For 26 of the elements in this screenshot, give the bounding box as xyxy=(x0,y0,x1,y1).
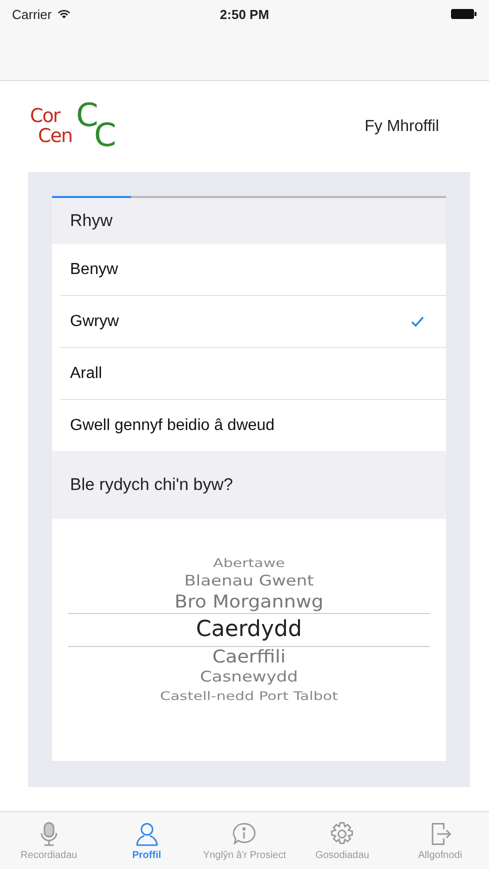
picker-option[interactable]: Caerdydd xyxy=(68,613,430,647)
tab[interactable]: Proffil xyxy=(98,812,196,869)
picker-option[interactable]: Caerffili xyxy=(212,647,286,668)
settings-icon xyxy=(329,820,356,846)
picker-option[interactable]: Bro Morgannwg xyxy=(174,592,324,613)
picker-option[interactable]: Blaenau Gwent xyxy=(184,573,314,590)
gender-option[interactable]: Benyw xyxy=(60,244,446,296)
wifi-icon xyxy=(56,9,71,19)
battery-icon xyxy=(451,9,477,19)
gender-option[interactable]: Gwell gennyf beidio â dweud xyxy=(60,400,446,451)
info-icon xyxy=(231,820,258,846)
carrier-label: Carrier xyxy=(12,6,52,22)
tab[interactable]: Recordiadau xyxy=(0,812,98,869)
person-icon xyxy=(134,820,160,846)
section-header: Rhyw xyxy=(52,198,446,244)
picker-option[interactable]: Casnewydd xyxy=(200,670,298,687)
page-title: Fy Mhroffil xyxy=(364,118,439,136)
tab[interactable]: Ynglŷn â'r Prosiect xyxy=(196,812,294,869)
section-header: Ble rydych chi'n byw? xyxy=(52,451,446,519)
gender-option[interactable]: Gwryw xyxy=(60,296,446,348)
gender-option[interactable]: Arall xyxy=(60,348,446,400)
tab[interactable]: Allgofnodi xyxy=(391,812,489,869)
picker-option[interactable]: Abertawe xyxy=(213,556,285,570)
picker-option[interactable]: Castell-nedd Port Talbot xyxy=(160,690,338,704)
status-time: 2:50 PM xyxy=(218,6,270,22)
tab[interactable]: Gosodiadau xyxy=(293,812,392,869)
